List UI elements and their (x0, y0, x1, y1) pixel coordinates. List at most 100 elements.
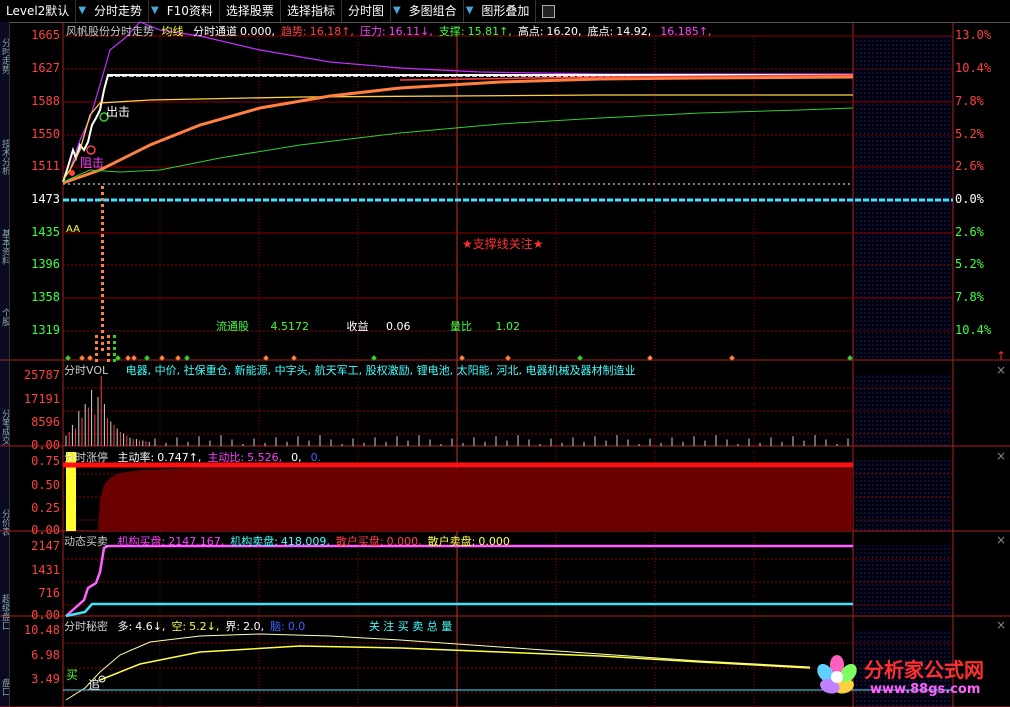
support-focus-label: ★支撑线关注★ (462, 237, 544, 251)
limit-title: 分时涨停 (64, 451, 108, 464)
indicator-name[interactable]: 均线 (162, 25, 184, 38)
axis-tick-label: 0.00 (31, 523, 60, 537)
param-value: 418.009, (280, 535, 330, 548)
param-item: 压力: 16.11↓, (360, 25, 433, 38)
param-item: 散户卖盘: 0.000 (428, 535, 510, 548)
axis-tick-label: 10.48 (23, 623, 60, 637)
chuji-marker: 出击 (106, 105, 131, 119)
stock-title: 风帆股份分时走势 (66, 25, 154, 38)
volume-ratio-value: 1.02 (495, 320, 521, 333)
param-label: 机构买盘: (117, 535, 166, 548)
axis-tick-label: 1431 (31, 563, 60, 577)
signal-dot (101, 348, 104, 351)
signal-dot (101, 264, 104, 267)
param-item: 趋势: 16.18↑, (281, 25, 354, 38)
param-item: 16.185↑, (657, 25, 711, 38)
signal-dot (101, 324, 104, 327)
param-item: 多: 4.6↓, (118, 620, 166, 633)
signal-dot (107, 341, 110, 344)
axis-tick-label: 7.8% (955, 94, 984, 108)
signal-dot (101, 246, 104, 249)
signal-dot (101, 228, 104, 231)
signal-dot (69, 170, 75, 176)
param-label: 主动率: (117, 451, 155, 464)
param-label: 支撑: (438, 25, 465, 38)
param-label: 散户卖盘: (427, 535, 476, 548)
param-value: 16.11↓, (388, 25, 433, 38)
signal-dot (101, 306, 104, 309)
vol-title: 分时VOL (64, 364, 109, 377)
chart-canvas[interactable] (0, 0, 1010, 707)
signal-dot (101, 204, 104, 207)
axis-tick-label: 2.6% (955, 159, 984, 173)
axis-tick-label: 25787 (23, 368, 60, 382)
signal-dot (107, 335, 110, 338)
watermark: 分析家公式网 www.88gs.com (812, 650, 1008, 705)
axis-tick-label: 0.00 (31, 608, 60, 622)
param-value: 0.000, (386, 535, 422, 548)
param-label: 多: (117, 620, 133, 633)
after-hours-area (853, 36, 953, 360)
param-item: 主动比: 5.526, (207, 451, 282, 464)
param-value: 2.0, (243, 620, 265, 633)
close-secret-icon[interactable]: × (996, 618, 1006, 632)
signal-dot (113, 353, 116, 356)
close-trade-icon[interactable]: × (996, 533, 1006, 547)
trade-pane-header: 动态买卖 机构买盘: 2147.167, 机构卖盘: 418.009, 散户买盘: 0.0… (64, 533, 510, 549)
signal-dot (101, 216, 104, 219)
axis-tick-label: 1550 (31, 127, 60, 141)
close-vol-icon[interactable]: × (996, 363, 1006, 377)
signal-dot (113, 347, 116, 350)
after-hours-area (853, 374, 953, 446)
signal-dot (101, 300, 104, 303)
stock-stats: 流通股 4.5172 收益 0.06 量比 1.02 (216, 318, 520, 334)
eps-label: 收益 (346, 320, 369, 333)
short-curve (99, 645, 811, 681)
param-value: 14.92, (616, 25, 652, 38)
axis-tick-label: 5.2% (955, 257, 984, 271)
axis-tick-label: 13.0% (955, 28, 992, 42)
param-item: 支撑: 15.81↑, (439, 25, 512, 38)
signal-dot (101, 252, 104, 255)
axis-tick-label: 7.8% (955, 290, 984, 304)
limit-params: 主动率: 0.747↑, 主动比: 5.526, 0, 0. (112, 451, 322, 464)
scroll-up-icon[interactable]: ↑ (996, 349, 1006, 363)
axis-tick-label: 1588 (31, 94, 60, 108)
signal-dot (101, 336, 104, 339)
limit-pane-header: 分时涨停 主动率: 0.747↑, 主动比: 5.526, 0, 0. (64, 449, 321, 465)
axis-tick-label: 0.00 (31, 438, 60, 452)
axis-tick-label: 1319 (31, 323, 60, 337)
param-item: 脑: 0.0 (270, 620, 305, 633)
param-item: 0. (308, 451, 322, 464)
axis-tick-label: 10.4% (955, 61, 992, 75)
institution-sell-line (65, 602, 853, 618)
signal-dot (101, 234, 104, 237)
eps-value: 0.06 (386, 320, 411, 333)
signal-dot (107, 353, 110, 356)
aa-marker: AA (66, 224, 80, 235)
zuji-marker: 阻击 (80, 156, 105, 170)
signal-dot (101, 270, 104, 273)
signal-dot (113, 335, 116, 338)
concept-tags: 电器, 中价, 社保重仓, 新能源, 中字头, 航天军工, 股权激励, 锂电池,… (125, 364, 636, 377)
axis-tick-label: 0.0% (955, 192, 984, 206)
axis-tick-label: 716 (38, 586, 60, 600)
signal-dot (101, 186, 104, 189)
param-value: 0. (310, 451, 322, 464)
sell-signal-circle (86, 145, 96, 155)
param-value: 16.185↑, (660, 25, 712, 38)
signal-dot (101, 318, 104, 321)
axis-tick-label: 17191 (23, 392, 60, 406)
param-item: 分时通道 0.000, (193, 25, 275, 38)
flower-logo-icon (817, 655, 857, 694)
param-value: 15.81↑, (467, 25, 512, 38)
axis-tick-label: 10.4% (955, 323, 992, 337)
close-limit-icon[interactable]: × (996, 449, 1006, 463)
trade-title: 动态买卖 (64, 535, 108, 548)
main-pane-header: 风帆股份分时走势 均线 分时通道 0.000, 趋势: 16.18↑, 压力: 16.11… (66, 23, 711, 39)
param-value: 5.526, (247, 451, 283, 464)
watermark-name: 分析家公式网 (864, 658, 984, 682)
float-shares-label: 流通股 (216, 320, 249, 333)
signal-dot (95, 353, 98, 356)
param-item: 机构买盘: 2147.167, (118, 535, 225, 548)
